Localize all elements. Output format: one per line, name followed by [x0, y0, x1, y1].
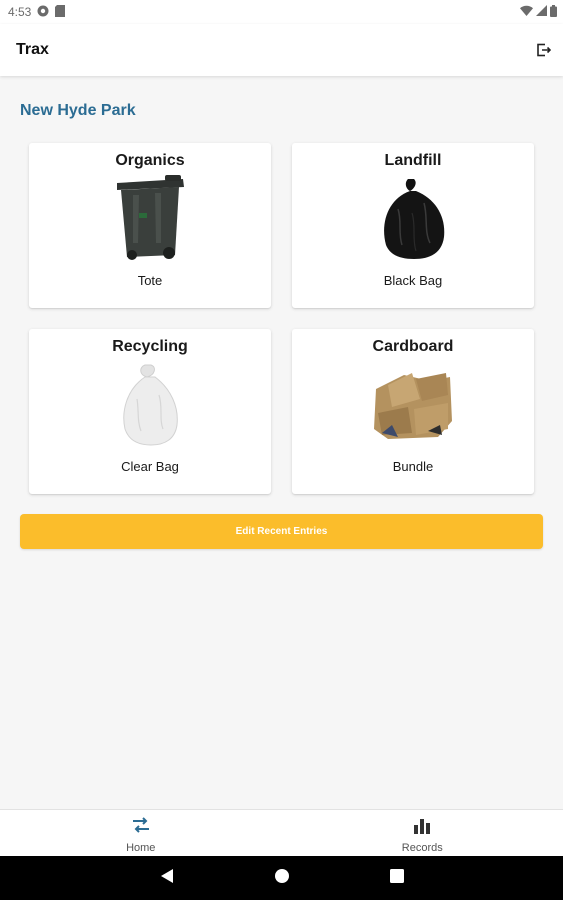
green-bin-image: [105, 173, 195, 263]
system-nav-bar: [0, 856, 563, 900]
wifi-icon: [520, 5, 533, 19]
home-icon[interactable]: [274, 868, 290, 889]
notification-icon: [37, 5, 49, 20]
card-type: Tote: [137, 273, 163, 288]
black-bag-image: [368, 173, 458, 263]
status-bar: 4:53: [0, 0, 563, 24]
nav-label-records: Records: [401, 842, 443, 854]
bottom-nav: Home Records: [0, 809, 563, 857]
app-title: Trax: [16, 41, 49, 58]
card-type: Clear Bag: [121, 459, 179, 474]
cardboard-image: [368, 359, 458, 449]
edit-recent-entries-button[interactable]: Edit Recent Entries: [20, 514, 543, 549]
landfill-card[interactable]: Landfill Black Bag: [292, 143, 534, 308]
card-category: Organics: [115, 152, 185, 169]
overview-icon[interactable]: [389, 868, 404, 888]
battery-icon: [550, 4, 557, 20]
card-type: Bundle: [392, 459, 434, 474]
clear-bag-image: [105, 359, 195, 449]
card-type: Black Bag: [383, 273, 443, 288]
organics-card[interactable]: Organics Tote: [29, 143, 271, 308]
card-category: Landfill: [384, 152, 442, 169]
nav-item-home[interactable]: Home: [0, 810, 282, 857]
card-category: Cardboard: [372, 338, 454, 355]
back-icon[interactable]: [160, 868, 174, 889]
status-right-icons: [520, 4, 557, 20]
status-time: 4:53: [8, 5, 32, 19]
signal-icon: [536, 5, 547, 19]
logout-icon[interactable]: [535, 41, 553, 59]
sd-card-icon: [55, 4, 66, 20]
location-title: New Hyde Park: [20, 102, 136, 119]
cardboard-card[interactable]: Cardboard Bundle: [292, 329, 534, 494]
card-category: Recycling: [112, 338, 188, 355]
recycling-card[interactable]: Recycling Clear Bag: [29, 329, 271, 494]
nav-item-records[interactable]: Records: [282, 810, 563, 857]
app-bar: Trax: [0, 24, 563, 76]
bar-chart-icon: [412, 816, 432, 839]
nav-label-home: Home: [126, 842, 156, 854]
swap-arrows-icon: [131, 816, 151, 839]
